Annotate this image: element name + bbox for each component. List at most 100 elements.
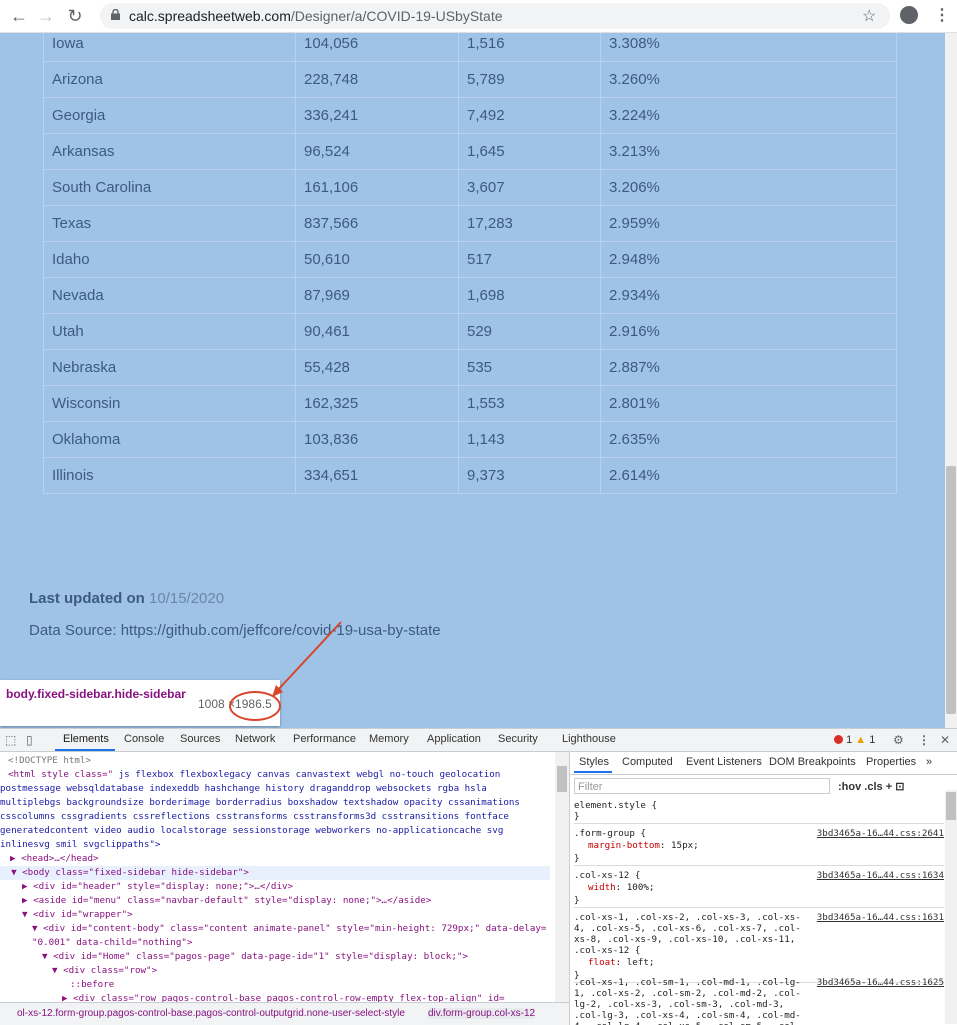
reload-icon[interactable]: ↻ bbox=[64, 5, 86, 27]
dom-node[interactable]: <!DOCTYPE html> bbox=[8, 754, 91, 768]
css-declaration[interactable]: width: 100%; bbox=[574, 881, 944, 895]
table-cell: 3.260% bbox=[600, 61, 897, 98]
tab-memory[interactable]: Memory bbox=[369, 733, 409, 745]
css-declaration[interactable]: margin-bottom: 15px; bbox=[574, 839, 944, 853]
css-rule[interactable]: element.style {} bbox=[574, 800, 944, 824]
breadcrumb-item[interactable]: div.form-group.col-xs-12 bbox=[428, 1008, 536, 1019]
address-bar[interactable]: calc.spreadsheetweb.com/Designer/a/COVID… bbox=[100, 3, 890, 29]
warning-icon: ▲ bbox=[855, 734, 867, 746]
css-selector: .form-group { bbox=[574, 828, 646, 839]
menu-kebab-icon[interactable]: ⋮ bbox=[934, 5, 950, 25]
table-cell: Oklahoma bbox=[43, 421, 296, 458]
dom-node[interactable]: multiplebgs backgroundsize borderimage b… bbox=[0, 796, 520, 810]
tab-styles[interactable]: Styles bbox=[579, 756, 609, 768]
styles-scroll-thumb[interactable] bbox=[946, 792, 956, 820]
hov-toggle[interactable]: :hov .cls + ⊡ bbox=[838, 780, 904, 793]
dom-node[interactable]: <html style class=" js flexbox flexboxle… bbox=[8, 768, 500, 782]
css-rule[interactable]: .form-group { 3bd3465a-16…44.css:2641 marg… bbox=[574, 828, 944, 866]
dom-node[interactable]: generatedcontent video audio localstorag… bbox=[0, 824, 503, 838]
table-row: Nevada 87,969 1,698 2.934% bbox=[43, 277, 897, 314]
close-icon[interactable]: ✕ bbox=[940, 733, 950, 747]
table-cell: 2.887% bbox=[600, 349, 897, 386]
page-scroll-thumb[interactable] bbox=[946, 466, 956, 714]
css-source-link[interactable]: 3bd3465a-16…44.css:1634 bbox=[817, 870, 944, 881]
tab-console[interactable]: Console bbox=[124, 733, 164, 745]
table-row: Illinois 334,651 9,373 2.614% bbox=[43, 457, 897, 494]
dom-node[interactable]: inlinesvg smil svgclippaths"> bbox=[0, 838, 160, 852]
css-rule[interactable]: .col-xs-12 { 3bd3465a-16…44.css:1634 width… bbox=[574, 870, 944, 908]
css-declaration[interactable]: float: left; bbox=[574, 956, 944, 970]
dom-node[interactable]: ▼ <div id="content-body" class="content … bbox=[32, 922, 546, 936]
tab-application[interactable]: Application bbox=[427, 733, 481, 745]
table-row: Utah 90,461 529 2.916% bbox=[43, 313, 897, 350]
elements-scroll-thumb[interactable] bbox=[557, 766, 567, 792]
forward-icon[interactable]: → bbox=[35, 5, 57, 27]
dom-node[interactable]: ▶ <div class="row pagos-control-base pag… bbox=[62, 992, 505, 1002]
tab-security[interactable]: Security bbox=[498, 733, 538, 745]
url-text: calc.spreadsheetweb.com/Designer/a/COVID… bbox=[129, 8, 503, 24]
table-cell: 1,553 bbox=[458, 385, 601, 422]
dom-node[interactable]: "0.001" data-child="nothing"> bbox=[32, 936, 192, 950]
devtools-menu-icon[interactable]: ⋮ bbox=[918, 733, 930, 747]
issues-counter[interactable]: 1 ▲ 1 bbox=[834, 734, 875, 746]
tab-sources[interactable]: Sources bbox=[180, 733, 220, 745]
dom-node[interactable]: ▶ <aside id="menu" class="navbar-default… bbox=[22, 894, 431, 908]
css-rule[interactable]: .col-xs-1, .col-xs-2, .col-xs-3, .col-xs… bbox=[574, 912, 944, 983]
tab-computed[interactable]: Computed bbox=[622, 756, 673, 768]
profile-avatar-icon[interactable] bbox=[900, 6, 918, 24]
styles-scrollbar[interactable] bbox=[945, 790, 957, 1024]
tab-performance[interactable]: Performance bbox=[293, 733, 356, 745]
tab-elements[interactable]: Elements bbox=[63, 733, 109, 745]
styles-tabbar: Styles Computed Event Listeners DOM Brea… bbox=[570, 752, 957, 775]
device-toolbar-icon[interactable]: ▯ bbox=[26, 733, 33, 747]
css-source-link[interactable]: 3bd3465a-16…44.css:2641 bbox=[817, 828, 944, 839]
settings-gear-icon[interactable]: ⚙ bbox=[893, 733, 904, 747]
dom-node[interactable]: ▼ <div class="row"> bbox=[52, 964, 157, 978]
tab-event-listeners[interactable]: Event Listeners bbox=[686, 756, 762, 768]
tab-properties[interactable]: Properties bbox=[866, 756, 916, 768]
table-cell: 17,283 bbox=[458, 205, 601, 242]
table-cell: 7,492 bbox=[458, 97, 601, 134]
dom-node-selected[interactable]: ▼ <body class="fixed-sidebar hide-sideba… bbox=[0, 866, 550, 881]
dom-node[interactable]: ▼ <div id="Home" class="pagos-page" data… bbox=[42, 950, 468, 964]
last-updated: Last updated on 10/15/2020 bbox=[29, 590, 224, 607]
table-cell: Nevada bbox=[43, 277, 296, 314]
dom-node[interactable]: ▼ <div id="wrapper"> bbox=[22, 908, 133, 922]
dom-node[interactable]: csscolumns cssgradients cssreflections c… bbox=[0, 810, 509, 824]
table-cell: 50,610 bbox=[295, 241, 459, 278]
table-cell: 104,056 bbox=[295, 33, 459, 62]
css-selector: .col-xs-1, .col-xs-2, .col-xs-3, .col-xs… bbox=[574, 912, 801, 956]
breadcrumb-item[interactable]: ol-xs-12.form-group.pagos-control-base.p… bbox=[17, 1008, 405, 1019]
table-row: Texas 837,566 17,283 2.959% bbox=[43, 205, 897, 242]
table-cell: 2.614% bbox=[600, 457, 897, 494]
dom-node[interactable]: ▶ <head>…</head> bbox=[10, 852, 99, 866]
table-cell: 3.213% bbox=[600, 133, 897, 170]
bookmark-star-icon[interactable]: ☆ bbox=[862, 6, 876, 26]
page-viewport: Iowa 104,056 1,516 3.308% Arizona 228,748 5,78… bbox=[0, 33, 945, 728]
css-source-link[interactable]: 3bd3465a-16…44.css:1631 bbox=[817, 912, 944, 923]
css-rule[interactable]: .col-xs-1, .col-sm-1, .col-md-1, .col-lg… bbox=[574, 977, 944, 1025]
tab-dom-breakpoints[interactable]: DOM Breakpoints bbox=[769, 756, 856, 768]
tab-lighthouse[interactable]: Lighthouse bbox=[562, 733, 616, 745]
dom-node[interactable]: postmessage websqldatabase indexeddb has… bbox=[0, 782, 487, 796]
devtools-panel: ⬚ ▯ Elements Console Sources Network Perform… bbox=[0, 728, 957, 1025]
tab-network[interactable]: Network bbox=[235, 733, 275, 745]
dom-node[interactable]: ::before bbox=[70, 978, 114, 992]
table-cell: 336,241 bbox=[295, 97, 459, 134]
table-row: Arkansas 96,524 1,645 3.213% bbox=[43, 133, 897, 170]
table-cell: 2.934% bbox=[600, 277, 897, 314]
styles-filter-input[interactable]: Filter bbox=[574, 778, 830, 794]
table-row: South Carolina 161,106 3,607 3.206% bbox=[43, 169, 897, 206]
table-cell: 2.959% bbox=[600, 205, 897, 242]
css-selector: element.style { bbox=[574, 800, 657, 811]
table-cell: 2.635% bbox=[600, 421, 897, 458]
table-cell: Wisconsin bbox=[43, 385, 296, 422]
lock-icon bbox=[111, 9, 120, 20]
css-source-link[interactable]: 3bd3465a-16…44.css:1625 bbox=[817, 977, 944, 988]
css-selector: .col-xs-12 { bbox=[574, 870, 641, 881]
more-tabs-icon[interactable]: » bbox=[926, 756, 932, 768]
dom-node[interactable]: ▶ <div id="header" style="display: none;… bbox=[22, 880, 293, 894]
inspect-element-icon[interactable]: ⬚ bbox=[5, 733, 16, 747]
styles-pane: Styles Computed Event Listeners DOM Brea… bbox=[569, 752, 957, 1025]
back-icon[interactable]: ← bbox=[8, 5, 30, 27]
